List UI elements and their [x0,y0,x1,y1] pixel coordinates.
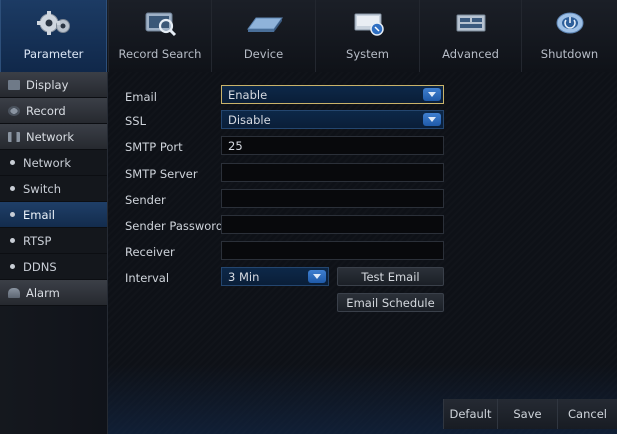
shutdown-icon [546,9,594,37]
smtp-port-input[interactable]: 25 [221,136,444,155]
default-button[interactable]: Default [443,399,497,429]
tab-device[interactable]: Device [211,0,315,72]
email-select-value: Enable [228,88,268,102]
interval-select[interactable]: 3 Min [221,267,329,286]
alarm-bell-icon [8,287,20,298]
sender-label: Sender [125,193,166,207]
sender-input[interactable] [221,189,444,208]
sidebar-item-network-sub[interactable]: Network [0,150,107,176]
device-icon [240,9,288,37]
tab-advanced[interactable]: Advanced [419,0,521,72]
sidebar-item-label: RTSP [23,233,52,248]
ssl-select[interactable]: Disable [221,110,444,129]
test-email-button[interactable]: Test Email [337,267,444,286]
tab-system[interactable]: System [315,0,419,72]
tab-label: Shutdown [540,47,599,61]
interval-label: Interval [125,271,170,285]
sidebar-item-display[interactable]: Display [0,72,107,98]
tab-label: Record Search [118,47,202,61]
sidebar-item-label: Switch [23,181,62,196]
email-select[interactable]: Enable [221,85,444,104]
email-label: Email [125,90,157,104]
bullet-icon [10,264,15,269]
record-search-icon [136,9,184,37]
cancel-button[interactable]: Cancel [557,399,617,429]
tab-label: Advanced [442,47,499,61]
tab-record-search[interactable]: Record Search [108,0,211,72]
sidebar-item-label: Network [23,155,72,170]
email-schedule-button[interactable]: Email Schedule [337,293,444,312]
tab-label: Parameter [23,47,84,61]
bullet-icon [10,212,15,217]
sidebar-item-alarm[interactable]: Alarm [0,280,107,306]
save-button[interactable]: Save [497,399,557,429]
tab-parameter[interactable]: Parameter [0,0,107,72]
sidebar-item-label: Email [23,207,55,222]
system-icon [344,9,392,37]
receiver-label: Receiver [125,245,175,259]
sidebar-item-label: DDNS [23,259,57,274]
chevron-down-icon[interactable] [423,88,441,101]
record-icon [8,105,20,116]
monitor-icon [8,79,20,90]
settings-sidebar: Display Record Network Network Switch Em… [0,72,108,434]
sidebar-item-network[interactable]: Network [0,124,107,150]
sidebar-item-label: Display [26,77,69,92]
advanced-icon [447,9,495,37]
interval-select-value: 3 Min [228,270,260,284]
top-navigation: Parameter Record Search Device System Ad… [0,0,617,73]
tab-label: Device [243,47,284,61]
smtp-port-label: SMTP Port [125,140,183,154]
sidebar-item-switch[interactable]: Switch [0,176,107,202]
bullet-icon [10,160,15,165]
bullet-icon [10,238,15,243]
chevron-down-icon[interactable] [423,113,441,126]
tab-label: System [346,47,389,61]
smtp-server-input[interactable] [221,163,444,182]
smtp-server-label: SMTP Server [125,167,198,181]
sidebar-item-ddns[interactable]: DDNS [0,254,107,280]
sidebar-item-record[interactable]: Record [0,98,107,124]
sidebar-item-rtsp[interactable]: RTSP [0,228,107,254]
sender-password-label: Sender Password [125,219,224,233]
dvr-settings-window: Parameter Record Search Device System Ad… [0,0,617,434]
tab-shutdown[interactable]: Shutdown [521,0,617,72]
sender-password-input[interactable] [221,215,444,234]
sidebar-item-label: Network [26,129,75,144]
chevron-down-icon[interactable] [308,270,326,283]
bullet-icon [10,186,15,191]
gears-icon [30,9,78,37]
sidebar-item-label: Record [26,103,66,118]
sidebar-item-email[interactable]: Email [0,202,107,228]
ssl-select-value: Disable [228,113,271,127]
network-icon [8,131,20,142]
email-settings-panel: Email Enable SSL Disable SMTP Port 25 SM… [108,72,617,434]
sidebar-item-label: Alarm [26,285,60,300]
receiver-input[interactable] [221,241,444,260]
ssl-label: SSL [125,114,147,128]
